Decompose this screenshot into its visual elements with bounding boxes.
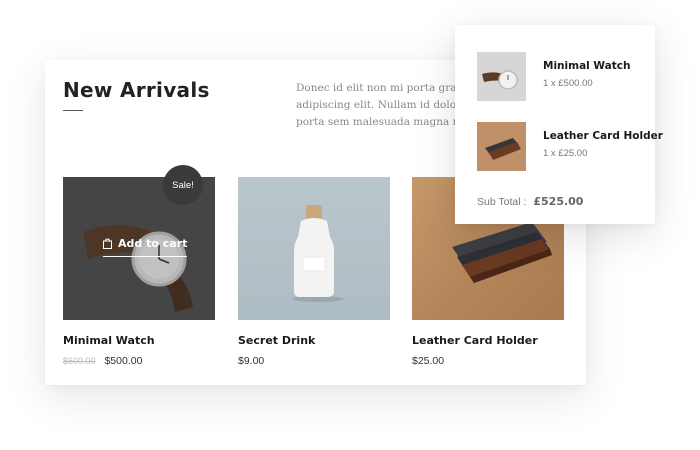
product-name[interactable]: Leather Card Holder (412, 334, 564, 347)
watch-icon (482, 70, 518, 90)
cart-item-qty: 1 x £500.00 (543, 78, 593, 89)
product-price: $600.00 $500.00 (63, 355, 215, 367)
cart-item-qty: 1 x £25.00 (543, 148, 588, 159)
cart-item-name[interactable]: Minimal Watch (543, 60, 630, 72)
bottle-icon (292, 205, 344, 302)
cart-item-thumbnail[interactable] (477, 52, 526, 101)
title-underline (63, 110, 83, 111)
product-card-minimal-watch[interactable]: Add to cart Minimal Watch $600.00 $500.0… (63, 177, 215, 367)
subtotal-label: Sub Total : (477, 196, 527, 208)
add-to-cart-button[interactable]: Add to cart (103, 237, 188, 257)
product-name[interactable]: Secret Drink (238, 334, 390, 347)
product-price: $9.00 (238, 355, 265, 367)
product-price: $25.00 (412, 355, 445, 367)
cart-item-name[interactable]: Leather Card Holder (543, 130, 663, 142)
add-to-cart-label: Add to cart (118, 237, 188, 250)
section-title: New Arrivals (63, 78, 210, 102)
mini-cart-panel: Minimal Watch 1 x £500.00 Leather Card H… (455, 25, 663, 224)
sale-price: $500.00 (104, 355, 143, 367)
cart-item-thumbnail[interactable] (477, 122, 526, 171)
sale-badge: Sale! (163, 165, 203, 205)
product-card-secret-drink[interactable]: Secret Drink $9.00 (238, 177, 390, 367)
product-image[interactable] (238, 177, 390, 320)
subtotal-value: £525.00 (533, 195, 584, 208)
cart-subtotal: Sub Total : £525.00 (477, 195, 583, 208)
product-name[interactable]: Minimal Watch (63, 334, 215, 347)
shopping-bag-icon (103, 238, 112, 249)
old-price: $600.00 (63, 356, 96, 366)
card-holder-icon (485, 138, 521, 160)
